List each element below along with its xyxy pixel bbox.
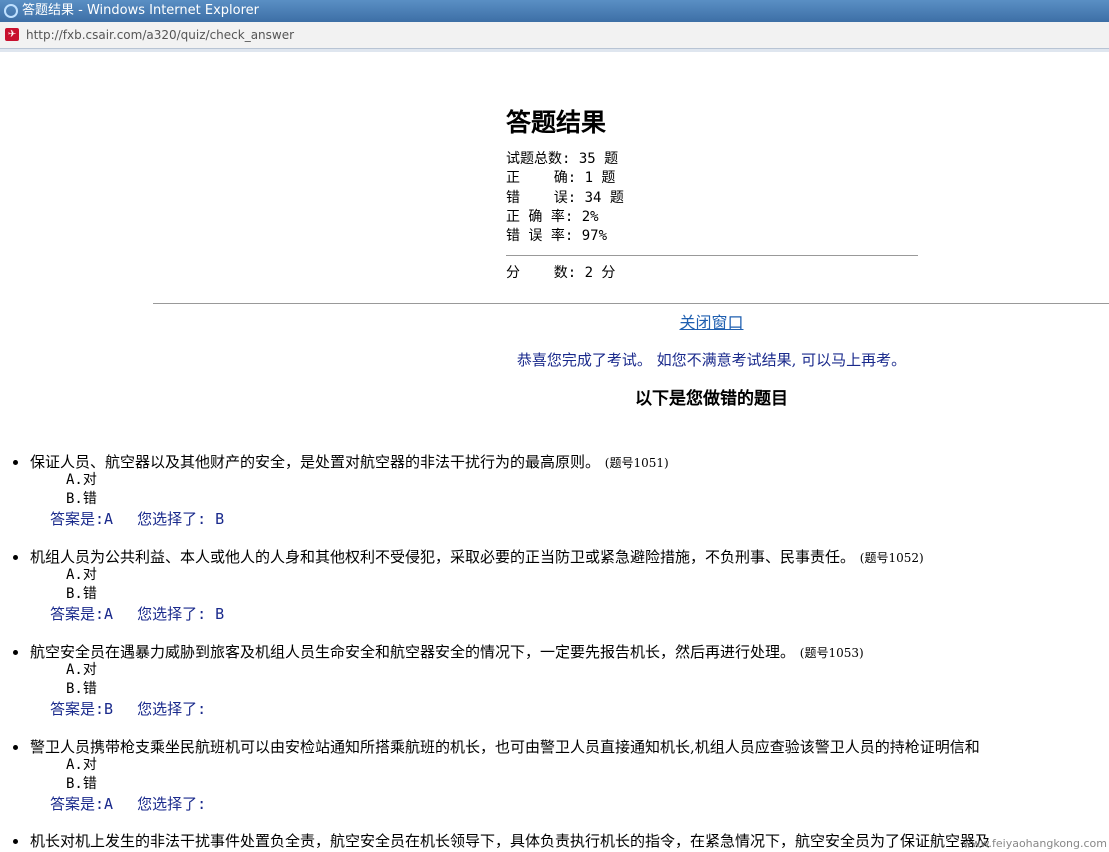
- stat-correct-rate: 正 确 率: 2%: [506, 208, 599, 225]
- result-summary: 答题结果 试题总数: 35 题 正 确: 1 题 错 误: 34 题 正 确 率…: [506, 106, 918, 283]
- option-a: A.对: [66, 757, 97, 773]
- option-a: A.对: [66, 662, 97, 678]
- answer-line: 答案是:A 您选择了:: [50, 794, 206, 814]
- stat-lines: 试题总数: 35 题 正 确: 1 题 错 误: 34 题 正 确 率: 2% …: [506, 150, 918, 246]
- close-link-row: 关闭窗口: [0, 312, 1109, 334]
- chosen-answer: 您选择了: B: [137, 510, 225, 528]
- section-divider: [153, 303, 1109, 304]
- question-text: 航空安全员在遇暴力威胁到旅客及机组人员生命安全和航空器安全的情况下，一定要先报告…: [30, 642, 864, 663]
- bullet-icon: [13, 839, 18, 844]
- stat-wrong: 错 误: 34 题: [506, 189, 624, 206]
- correct-answer: 答案是:A: [50, 510, 114, 528]
- address-bar[interactable]: ✈ http://fxb.csair.com/a320/quiz/check_a…: [0, 22, 1109, 49]
- address-url[interactable]: http://fxb.csair.com/a320/quiz/check_ans…: [26, 22, 294, 48]
- question-stem: 航空安全员在遇暴力威胁到旅客及机组人员生命安全和航空器安全的情况下，一定要先报告…: [30, 643, 796, 661]
- answer-line: 答案是:A 您选择了: B: [50, 604, 224, 624]
- wrong-questions-title: 以下是您做错的题目: [635, 389, 788, 409]
- ie-icon: [4, 4, 18, 18]
- option-b: B.错: [66, 491, 97, 507]
- page-content: 答题结果 试题总数: 35 题 正 确: 1 题 错 误: 34 题 正 确 率…: [0, 52, 1109, 852]
- congrats-message: 恭喜您完成了考试。 如您不满意考试结果, 可以马上再考。: [516, 351, 907, 369]
- option-b: B.错: [66, 681, 97, 697]
- question-stem: 机组人员为公共利益、本人或他人的人身和其他权利不受侵犯，采取必要的正当防卫或紧急…: [30, 548, 856, 566]
- answer-line: 答案是:B 您选择了:: [50, 699, 206, 719]
- close-window-link[interactable]: 关闭窗口: [365, 313, 743, 332]
- question-id: (题号1053): [799, 646, 864, 660]
- chosen-answer: 您选择了:: [137, 700, 207, 718]
- stat-correct: 正 确: 1 题: [506, 170, 616, 187]
- site-watermark: www.feiyaohangkong.com: [962, 837, 1107, 850]
- stat-wrong-rate: 错 误 率: 97%: [506, 228, 608, 245]
- window-title-bar: 答题结果 - Windows Internet Explorer: [0, 0, 1109, 22]
- correct-answer: 答案是:A: [50, 795, 114, 813]
- bullet-icon: [13, 745, 18, 750]
- chosen-answer: 您选择了:: [137, 795, 207, 813]
- question-text: 保证人员、航空器以及其他财产的安全，是处置对航空器的非法干扰行为的最高原则。 (…: [30, 452, 669, 473]
- question-text: 警卫人员携带枪支乘坐民航班机可以由安检站通知所搭乘航班的机长，也可由警卫人员直接…: [30, 737, 980, 757]
- question-id: (题号1052): [859, 551, 924, 565]
- stat-score: 分 数: 2 分: [506, 265, 616, 282]
- question-stem: 警卫人员携带枪支乘坐民航班机可以由安检站通知所搭乘航班的机长，也可由警卫人员直接…: [30, 738, 980, 756]
- option-a: A.对: [66, 567, 97, 583]
- question-stem: 保证人员、航空器以及其他财产的安全，是处置对航空器的非法干扰行为的最高原则。: [30, 453, 601, 471]
- question-text: 机组人员为公共利益、本人或他人的人身和其他权利不受侵犯，采取必要的正当防卫或紧急…: [30, 547, 924, 568]
- bullet-icon: [13, 555, 18, 560]
- question-stem: 机长对机上发生的非法干扰事件处置负全责，航空安全员在机长领导下，具体负责执行机长…: [30, 832, 991, 850]
- correct-answer: 答案是:B: [50, 700, 114, 718]
- option-b: B.错: [66, 586, 97, 602]
- option-a: A.对: [66, 472, 97, 488]
- page-title: 答题结果: [506, 108, 607, 137]
- chosen-answer: 您选择了: B: [137, 605, 225, 623]
- stat-total: 试题总数: 35 题: [506, 151, 619, 167]
- bullet-icon: [13, 650, 18, 655]
- question-text: 机长对机上发生的非法干扰事件处置负全责，航空安全员在机长领导下，具体负责执行机长…: [30, 831, 990, 851]
- answer-line: 答案是:A 您选择了: B: [50, 509, 224, 529]
- question-id: (题号1051): [604, 456, 669, 470]
- correct-answer: 答案是:A: [50, 605, 114, 623]
- site-favicon-icon: ✈: [5, 28, 19, 41]
- divider: [506, 255, 918, 257]
- option-b: B.错: [66, 776, 97, 792]
- bullet-icon: [13, 460, 18, 465]
- window-title: 答题结果 - Windows Internet Explorer: [22, 3, 259, 18]
